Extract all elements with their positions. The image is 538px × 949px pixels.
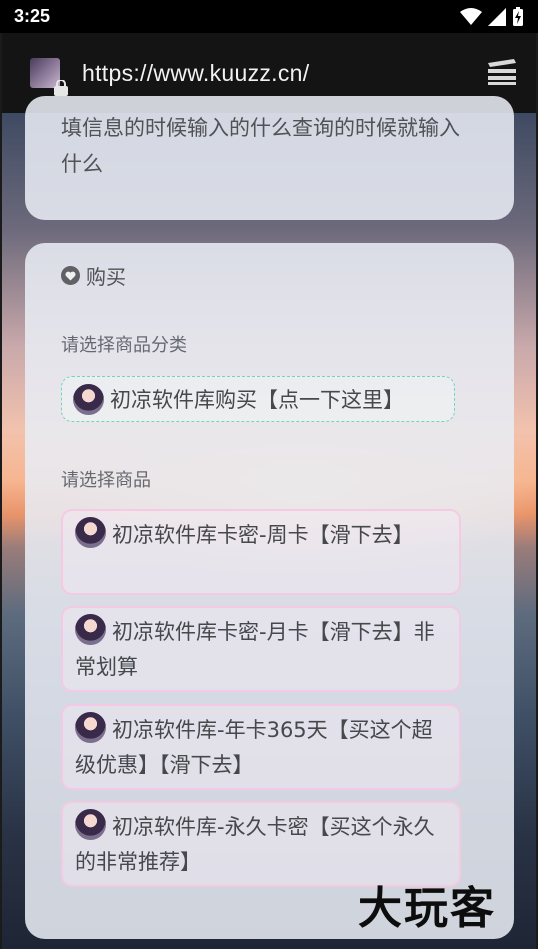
product-label: 请选择商品 bbox=[61, 470, 151, 491]
url-text[interactable]: https://www.kuuzz.cn/ bbox=[82, 60, 309, 87]
product-title: 初凉软件库-永久卡密【买这个永久的非常推荐】 bbox=[75, 815, 435, 874]
watermark: 大玩客 bbox=[358, 883, 496, 934]
product-thumb bbox=[75, 809, 106, 840]
purchase-title: 购买 bbox=[86, 265, 126, 289]
purchase-header: 购买 bbox=[61, 261, 126, 290]
product-thumb bbox=[75, 517, 106, 548]
heart-icon bbox=[61, 266, 80, 285]
product-thumb bbox=[75, 712, 106, 743]
info-text: 填信息的时候输入的什么查询的时候就输入什么 bbox=[61, 116, 460, 176]
wifi-icon bbox=[460, 7, 482, 25]
purchase-card: 购买 请选择商品分类 初凉软件库购买【点一下这里】 请选择商品 初凉软件库卡密-… bbox=[25, 243, 514, 939]
product-item[interactable]: 初凉软件库-年卡365天【买这个超级优惠】【滑下去】 bbox=[61, 704, 461, 790]
product-title: 初凉软件库卡密-月卡【滑下去】非常划算 bbox=[75, 620, 435, 679]
product-title: 初凉软件库-年卡365天【买这个超级优惠】【滑下去】 bbox=[75, 718, 433, 777]
product-item[interactable]: 初凉软件库卡密-周卡【滑下去】 bbox=[61, 509, 461, 595]
site-avatar bbox=[30, 58, 68, 96]
status-icons bbox=[460, 6, 524, 27]
battery-icon bbox=[513, 6, 523, 26]
category-selected-label: 初凉软件库购买【点一下这里】 bbox=[110, 388, 404, 412]
signal-icon bbox=[488, 7, 506, 26]
product-item[interactable]: 初凉软件库卡密-月卡【滑下去】非常划算 bbox=[61, 606, 461, 692]
product-thumb bbox=[75, 614, 106, 645]
menu-icon[interactable] bbox=[484, 57, 520, 87]
status-bar: 3:25 bbox=[0, 0, 538, 33]
info-card: 填信息的时候输入的什么查询的时候就输入什么 bbox=[25, 96, 514, 220]
lock-icon bbox=[54, 80, 68, 96]
product-title: 初凉软件库卡密-周卡【滑下去】 bbox=[112, 523, 414, 547]
category-select[interactable]: 初凉软件库购买【点一下这里】 bbox=[61, 376, 455, 422]
status-time: 3:25 bbox=[14, 6, 51, 26]
category-thumb bbox=[73, 383, 104, 415]
category-label: 请选择商品分类 bbox=[61, 335, 187, 356]
